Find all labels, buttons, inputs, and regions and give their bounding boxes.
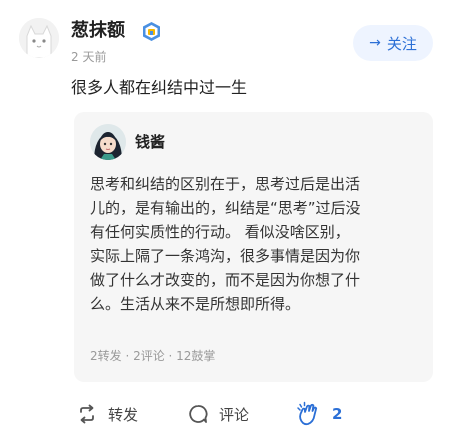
- anime-girl-avatar-icon: [90, 124, 126, 160]
- repost-label: 转发: [108, 405, 139, 424]
- repost-button[interactable]: 转发: [76, 396, 138, 432]
- follow-button[interactable]: → 关注: [353, 25, 433, 61]
- post-time: 2 天前: [71, 50, 107, 64]
- cat-avatar-icon: [19, 18, 59, 58]
- quoted-text: 思考和纠结的区别在于，思考过后是出活 儿的，是有输出的，纠结是“思考”过后没 有…: [90, 172, 425, 316]
- avatar[interactable]: [19, 18, 59, 58]
- quoted-stats: 2转发 · 2评论 · 12鼓掌: [90, 349, 216, 363]
- quoted-author-name[interactable]: 钱酱: [135, 132, 165, 152]
- repost-icon: [76, 403, 98, 425]
- clapping-hands-icon: [296, 401, 322, 427]
- follow-label: 关注: [386, 34, 417, 53]
- quoted-text-line: 实际上隔了一条鸿沟，很多事情是因为你: [90, 247, 361, 265]
- quoted-text-line: 么。生活从来不是所想即所得。: [90, 295, 301, 313]
- comment-button[interactable]: 评论: [187, 396, 249, 432]
- applause-count: 2: [332, 405, 343, 423]
- post-text: 很多人都在纠结中过一生: [71, 78, 248, 97]
- verified-badge-icon: [141, 21, 162, 42]
- comment-icon: [187, 403, 209, 425]
- quoted-text-line: 有任何实质性的行动。 看似没啥区别，: [90, 223, 350, 241]
- quoted-text-line: 思考和纠结的区别在于，思考过后是出活: [90, 175, 361, 193]
- quoted-author-avatar[interactable]: [90, 124, 126, 160]
- quoted-post-card[interactable]: 钱酱 思考和纠结的区别在于，思考过后是出活 儿的，是有输出的，纠结是“思考”过后…: [74, 112, 433, 382]
- quoted-text-line: 做了什么才改变的，而不是因为你想了什: [90, 271, 361, 289]
- quoted-text-line: 儿的，是有输出的，纠结是“思考”过后没: [90, 199, 361, 217]
- arrow-right-icon: →: [369, 35, 381, 51]
- comment-label: 评论: [219, 405, 250, 424]
- action-bar: 转发 评论 2: [0, 396, 450, 432]
- applause-button[interactable]: 2: [296, 396, 342, 432]
- username[interactable]: 葱抹额: [71, 19, 125, 43]
